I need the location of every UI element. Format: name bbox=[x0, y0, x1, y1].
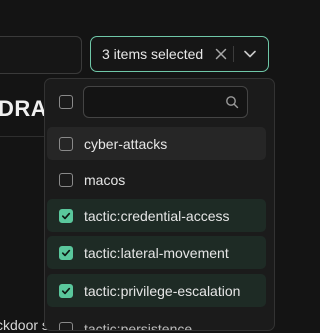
option-checkbox[interactable] bbox=[59, 172, 73, 187]
background-input[interactable] bbox=[0, 36, 82, 74]
search-input[interactable] bbox=[84, 87, 240, 117]
option-label: tactic:persistence bbox=[84, 320, 193, 331]
check-icon bbox=[61, 287, 71, 294]
option-label: tactic:credential-access bbox=[84, 207, 230, 224]
option-tactic-credential-access[interactable]: tactic:credential-access bbox=[47, 199, 266, 232]
option-checkbox-checked[interactable] bbox=[59, 208, 73, 223]
page-heading-fragment: DRA bbox=[0, 96, 48, 121]
option-tactic-privilege-escalation[interactable]: tactic:privilege-escalation bbox=[47, 274, 266, 307]
option-label: tactic:privilege-escalation bbox=[84, 282, 241, 299]
option-label: cyber-attacks bbox=[84, 135, 168, 152]
search-field[interactable] bbox=[83, 86, 248, 118]
option-checkbox[interactable] bbox=[59, 136, 73, 151]
select-all-checkbox[interactable] bbox=[59, 95, 73, 109]
option-label: macos bbox=[84, 171, 126, 188]
check-icon bbox=[61, 249, 71, 256]
selected-count-label: 3 items selected bbox=[102, 46, 204, 62]
option-checkbox[interactable] bbox=[59, 321, 73, 330]
option-checkbox-checked[interactable] bbox=[59, 283, 73, 298]
chevron-down-icon[interactable] bbox=[240, 44, 260, 64]
tag-multiselect[interactable]: 3 items selected bbox=[90, 36, 269, 72]
option-macos[interactable]: macos bbox=[47, 163, 266, 196]
option-tactic-lateral-movement[interactable]: tactic:lateral-movement bbox=[47, 236, 266, 269]
option-tactic-persistence[interactable]: tactic:persistence bbox=[47, 312, 266, 331]
option-checkbox-checked[interactable] bbox=[59, 245, 73, 260]
check-icon bbox=[61, 212, 71, 219]
options-dropdown: cyber-attacks macos tactic:credential-ac… bbox=[44, 78, 275, 331]
search-row bbox=[45, 79, 274, 125]
search-icon bbox=[226, 96, 239, 109]
separator bbox=[233, 46, 234, 62]
option-label: tactic:lateral-movement bbox=[84, 244, 229, 261]
close-icon[interactable] bbox=[211, 44, 231, 64]
option-cyber-attacks[interactable]: cyber-attacks bbox=[47, 127, 266, 160]
divider bbox=[0, 136, 44, 137]
